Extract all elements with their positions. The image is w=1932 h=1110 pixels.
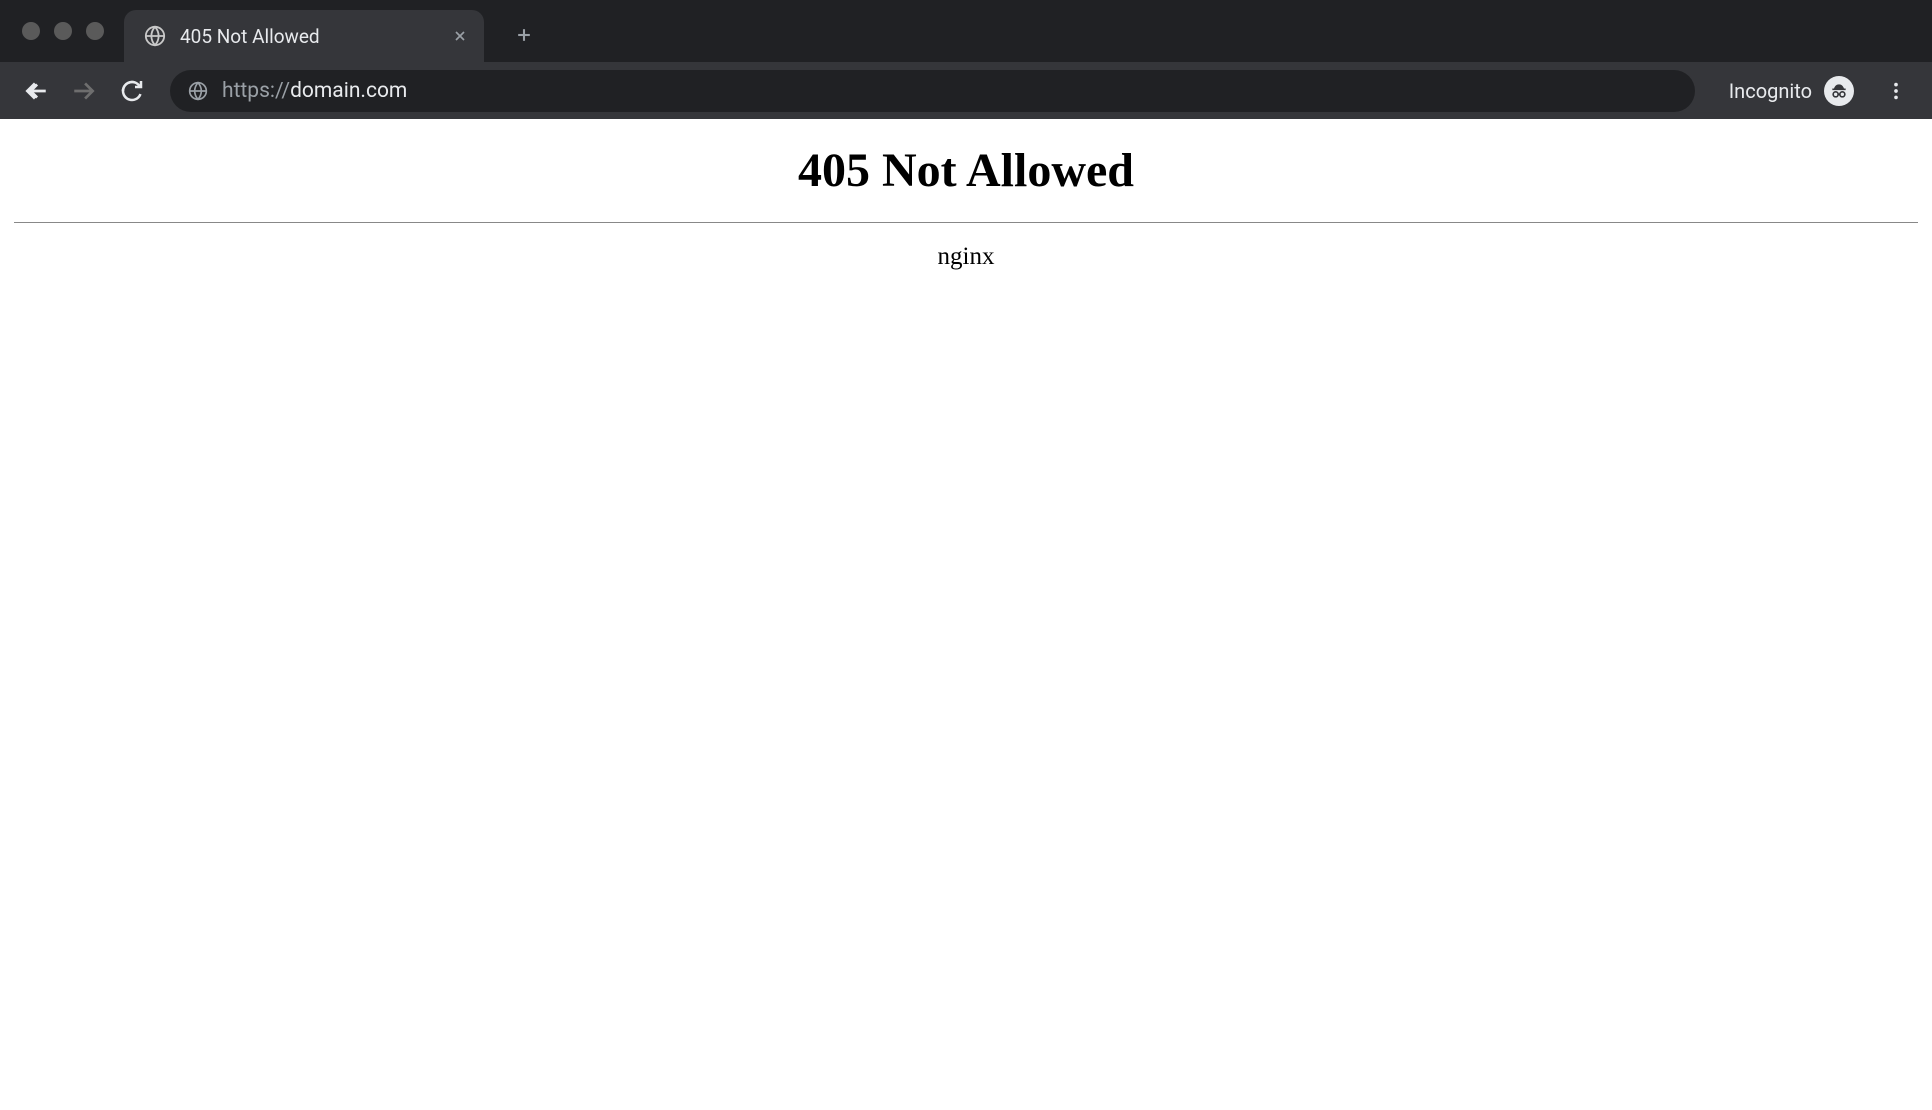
window-controls bbox=[0, 22, 124, 40]
address-bar[interactable]: https://domain.com bbox=[170, 70, 1695, 112]
browser-tab[interactable]: 405 Not Allowed bbox=[124, 10, 484, 62]
url-domain: domain.com bbox=[290, 79, 407, 103]
titlebar: 405 Not Allowed bbox=[0, 0, 1932, 62]
divider bbox=[14, 222, 1918, 223]
error-heading: 405 Not Allowed bbox=[12, 143, 1920, 198]
window-minimize-button[interactable] bbox=[54, 22, 72, 40]
new-tab-button[interactable] bbox=[504, 15, 544, 55]
toolbar: https://domain.com Incognito bbox=[0, 62, 1932, 119]
window-close-button[interactable] bbox=[22, 22, 40, 40]
reload-button[interactable] bbox=[112, 71, 152, 111]
browser-chrome: 405 Not Allowed bbox=[0, 0, 1932, 119]
window-maximize-button[interactable] bbox=[86, 22, 104, 40]
tab-title: 405 Not Allowed bbox=[180, 25, 438, 48]
tab-close-button[interactable] bbox=[448, 24, 472, 48]
back-button[interactable] bbox=[16, 71, 56, 111]
incognito-label: Incognito bbox=[1729, 79, 1812, 103]
menu-button[interactable] bbox=[1876, 71, 1916, 111]
url-scheme: https:// bbox=[222, 79, 290, 103]
server-name: nginx bbox=[12, 243, 1920, 271]
globe-icon bbox=[144, 25, 166, 47]
forward-button[interactable] bbox=[64, 71, 104, 111]
url-text: https://domain.com bbox=[222, 79, 407, 103]
incognito-badge: Incognito bbox=[1729, 76, 1854, 106]
site-info-icon[interactable] bbox=[188, 81, 208, 101]
page-content: 405 Not Allowed nginx bbox=[0, 119, 1932, 283]
incognito-icon bbox=[1824, 76, 1854, 106]
